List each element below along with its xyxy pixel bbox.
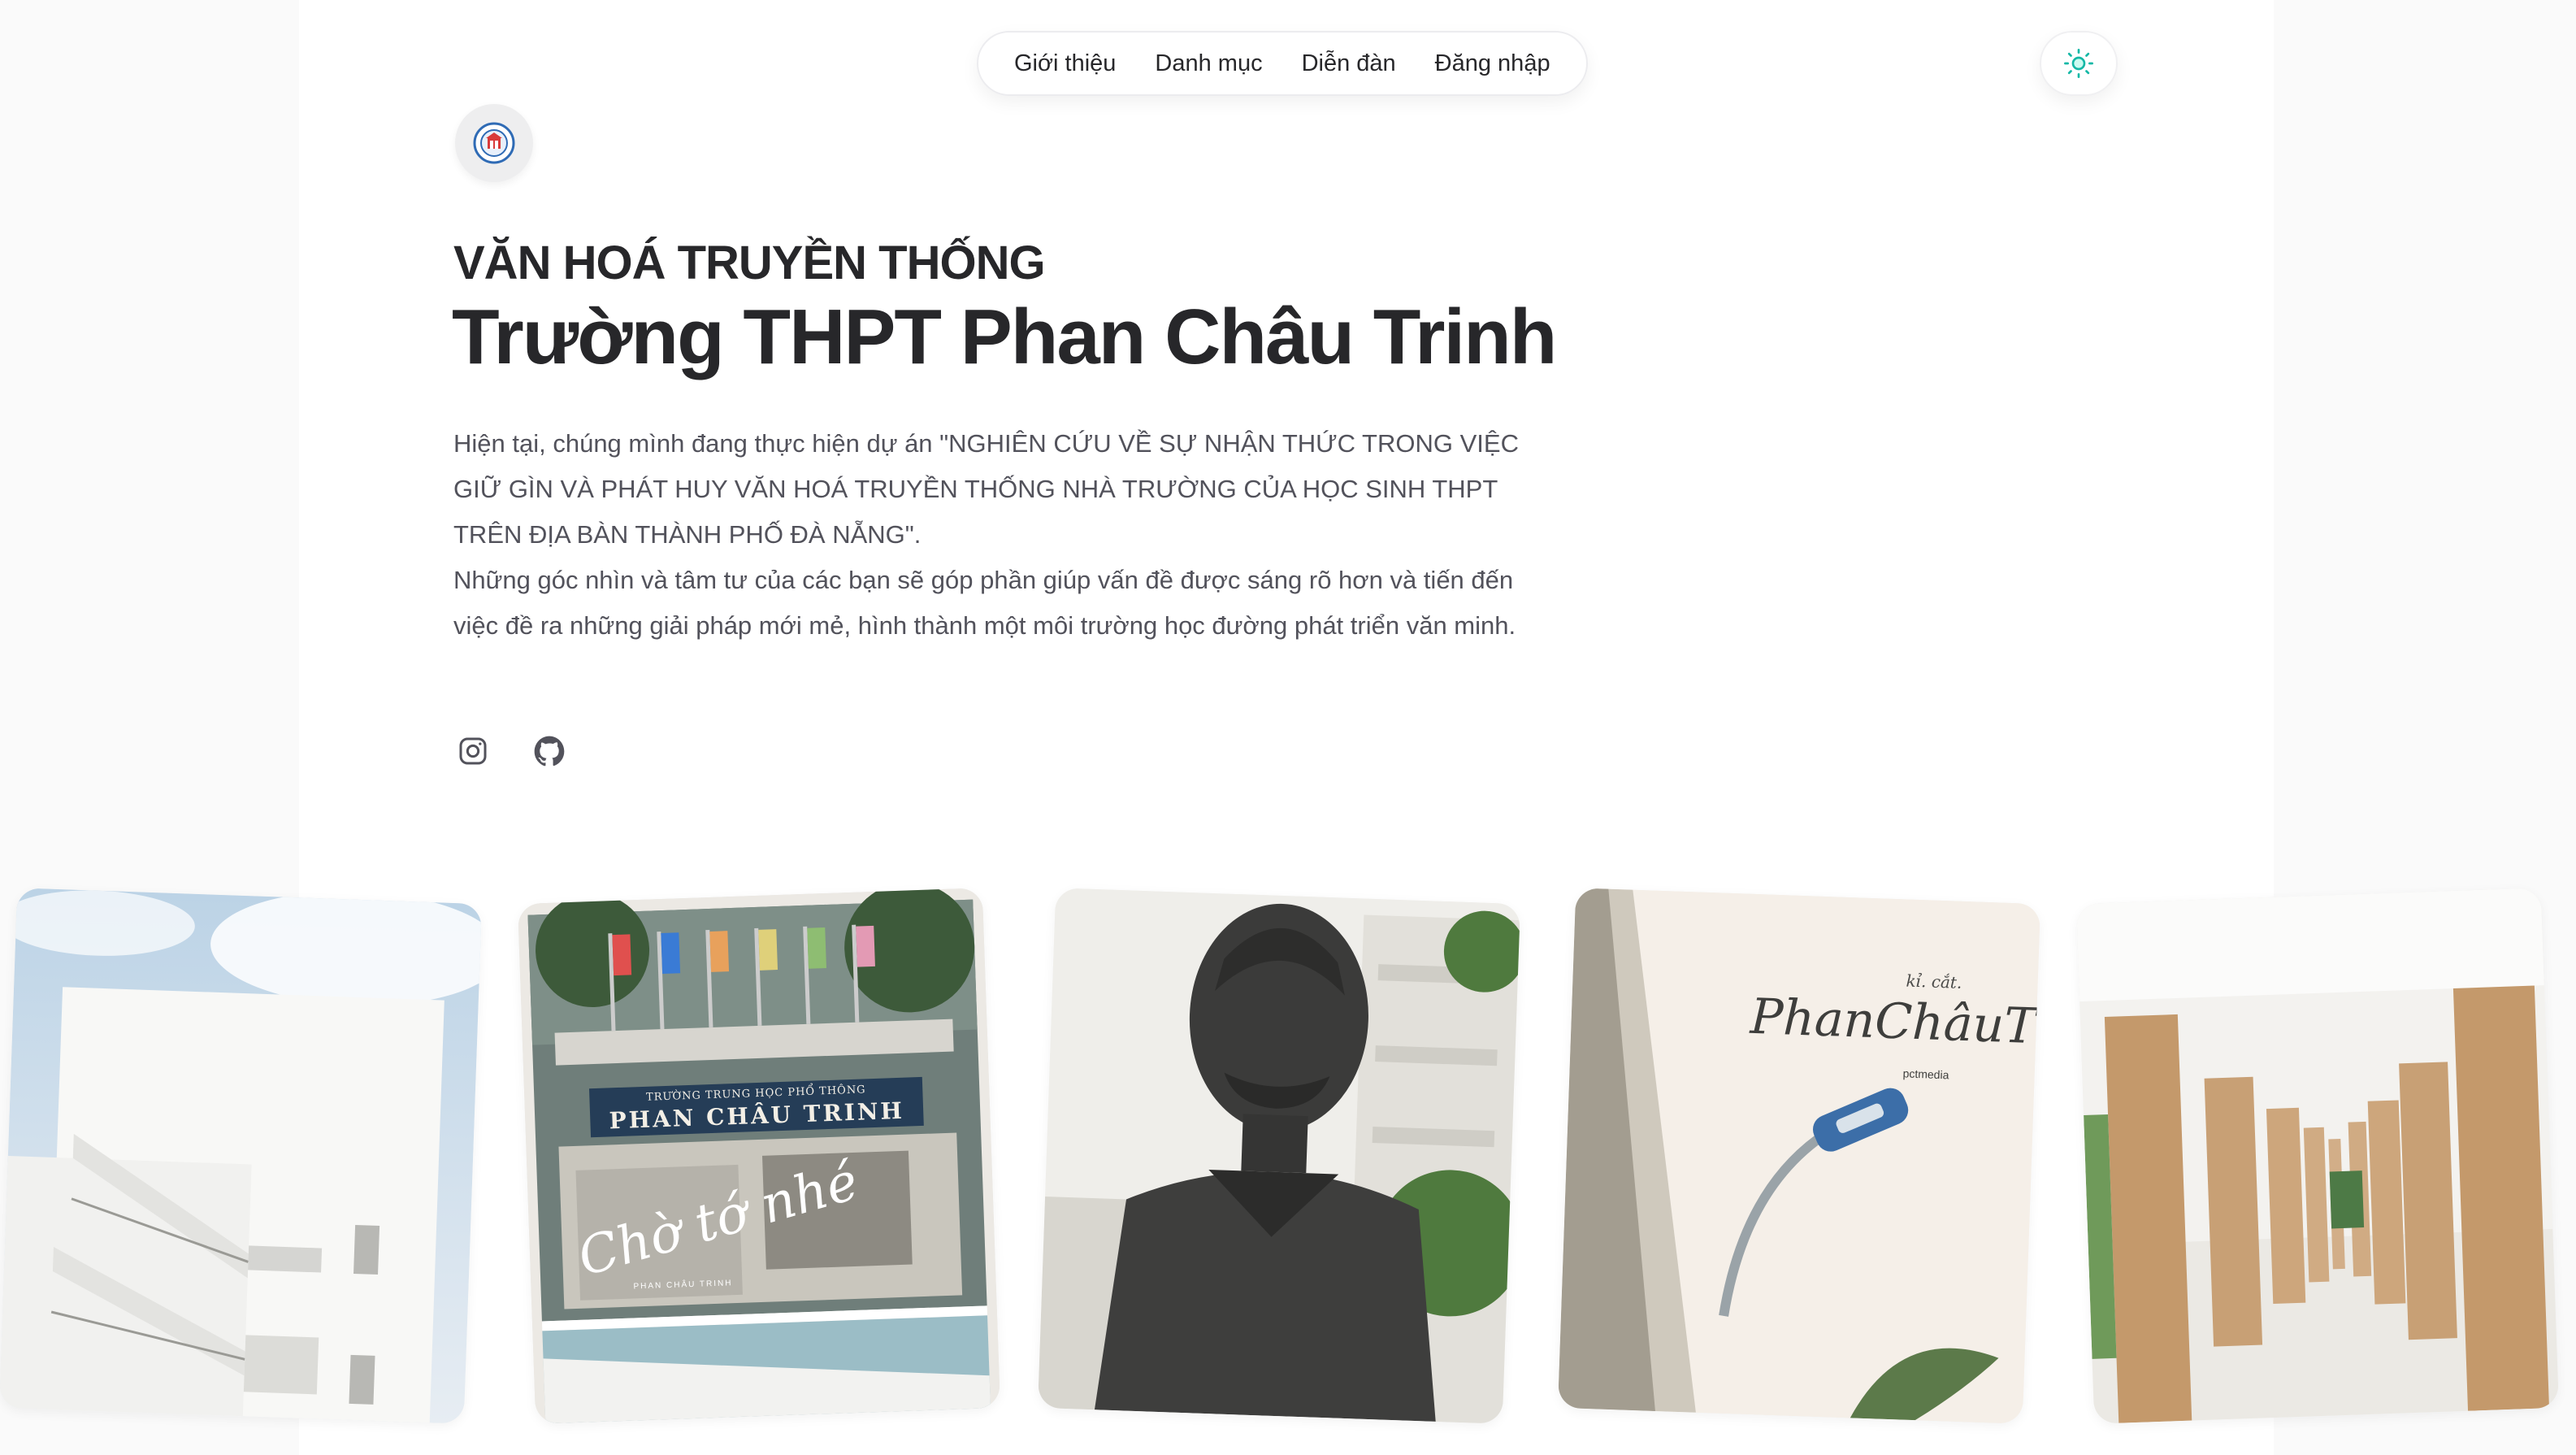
- photo-bust-statue[interactable]: [1038, 888, 1520, 1424]
- lamp-brand: pctmedia: [1902, 1066, 1949, 1082]
- github-icon: [534, 736, 565, 767]
- building-illustration: [0, 888, 482, 1424]
- photo-street-lamp[interactable]: kỉ. cắt. PhanChâuTrinh pctmedia: [1558, 888, 2040, 1424]
- avatar[interactable]: [455, 104, 533, 182]
- bust-illustration: [1038, 888, 1520, 1424]
- theme-toggle-button[interactable]: [2040, 31, 2118, 96]
- page-title: Trường THPT Phan Châu Trinh: [452, 293, 1557, 380]
- page: Giới thiệu Danh mục Diễn đàn Đăng nhập V…: [0, 0, 2576, 1455]
- photo-building-staircase[interactable]: [0, 888, 482, 1424]
- sun-icon: [2064, 49, 2093, 78]
- school-logo: [473, 122, 515, 164]
- school-gate-illustration: [518, 888, 1000, 1424]
- corridor-illustration: [2076, 888, 2559, 1424]
- github-link[interactable]: [530, 732, 569, 771]
- nav-item-gioi-thieu[interactable]: Giới thiệu: [1014, 50, 1116, 77]
- nav-item-dang-nhap[interactable]: Đăng nhập: [1435, 50, 1550, 77]
- nav-item-danh-muc[interactable]: Danh mục: [1155, 50, 1262, 77]
- page-eyebrow: VĂN HOÁ TRUYỀN THỐNG: [453, 237, 1046, 289]
- instagram-icon: [459, 737, 487, 765]
- intro-paragraph-2: Những góc nhìn và tâm tư của các bạn sẽ …: [453, 566, 1516, 640]
- lamp-small-top: kỉ. cắt.: [1906, 971, 1962, 992]
- photo-school-gate[interactable]: TRƯỜNG TRUNG HỌC PHỔ THÔNG PHAN CHÂU TRI…: [518, 888, 1000, 1424]
- street-lamp-illustration: [1558, 888, 2040, 1424]
- top-nav: Giới thiệu Danh mục Diễn đàn Đăng nhập: [977, 31, 1588, 96]
- nav-item-dien-dan[interactable]: Diễn đàn: [1302, 50, 1396, 77]
- social-links: [453, 732, 569, 771]
- intro-paragraph-1: Hiện tại, chúng mình đang thực hiện dự á…: [453, 429, 1519, 549]
- instagram-link[interactable]: [453, 732, 492, 771]
- photo-corridor-columns[interactable]: [2076, 888, 2559, 1424]
- intro-text: Hiện tại, chúng mình đang thực hiện dự á…: [453, 421, 1542, 649]
